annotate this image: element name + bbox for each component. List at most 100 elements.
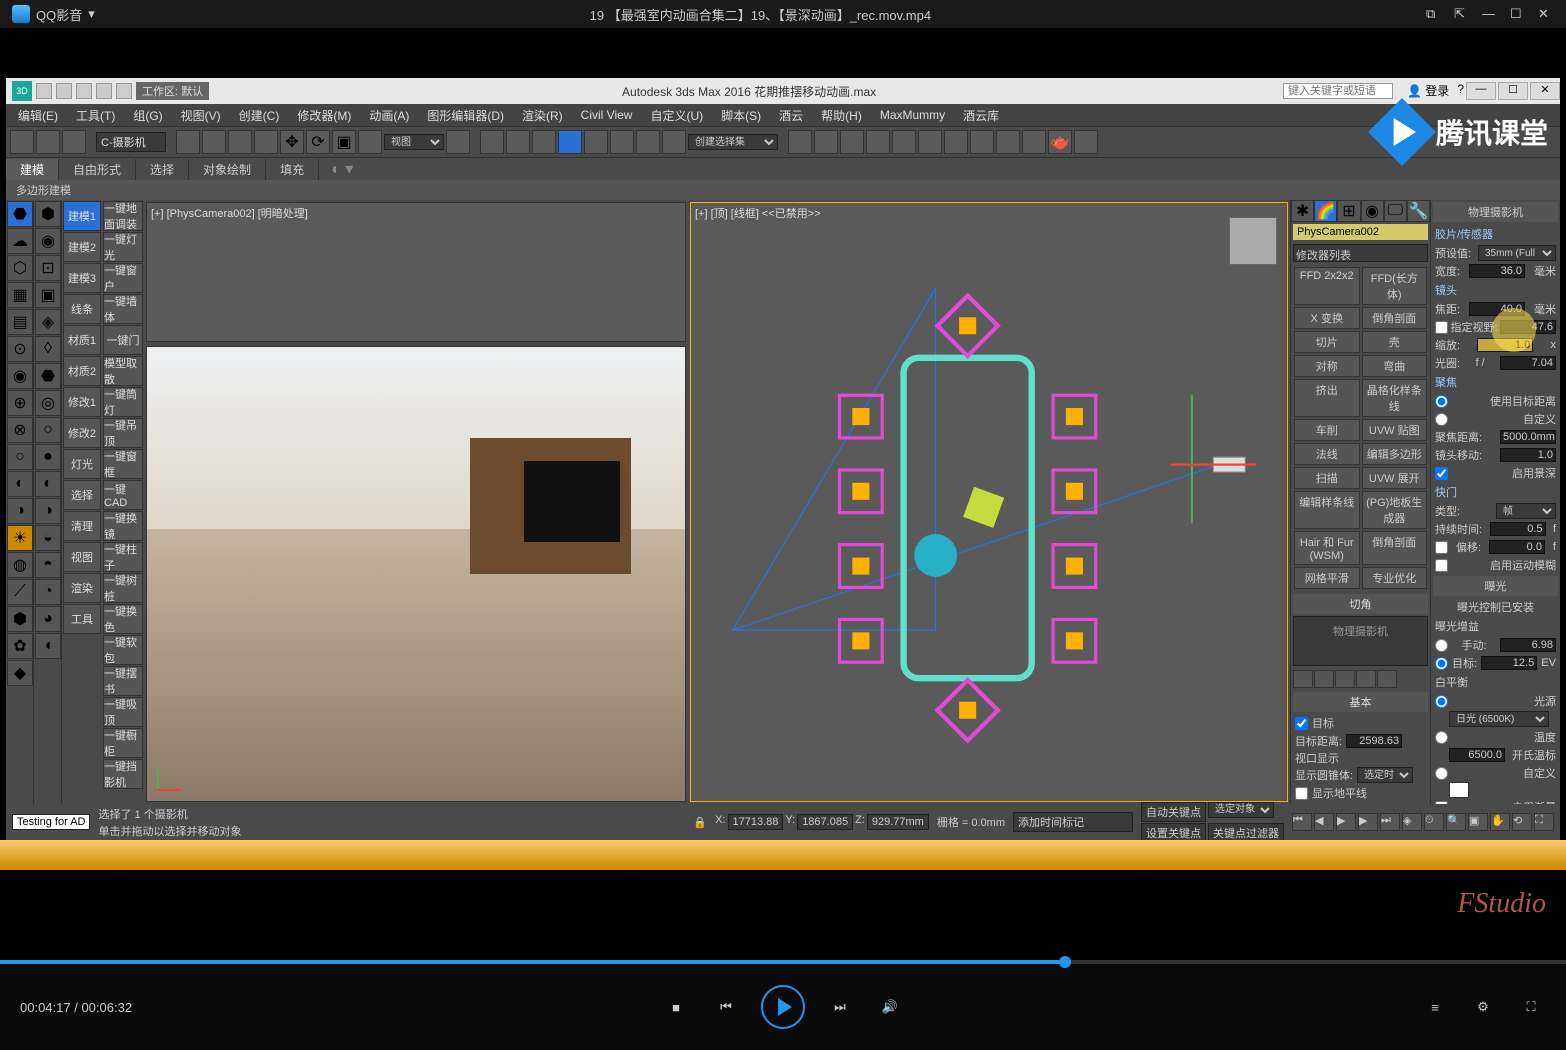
lt1-icon[interactable]: ▦ [7, 282, 33, 308]
cmd-tab-display[interactable]: 🖵 [1384, 200, 1407, 222]
lt2-icon[interactable]: ◈ [35, 309, 61, 335]
max-maximize[interactable]: ☐ [1498, 82, 1528, 100]
object-name-field[interactable]: PhysCamera002 [1293, 224, 1428, 240]
mod-btn[interactable]: 挤出 [1294, 379, 1360, 417]
tb-kbd[interactable] [532, 130, 556, 154]
offset-checkbox[interactable] [1435, 541, 1448, 554]
focusdist-spinner[interactable]: 5000.0mm [1500, 430, 1556, 444]
prev-button[interactable]: ⏮ [711, 992, 741, 1022]
focal-spinner[interactable]: 40.0 [1469, 302, 1525, 316]
mod-btn[interactable]: 晶格化样条线 [1362, 379, 1428, 417]
lt2-icon[interactable]: ◎ [35, 390, 61, 416]
vp-left-label[interactable]: [+] [PhysCamera002] [明暗处理] [151, 205, 308, 221]
preset-dropdown[interactable]: 35mm (Full Frame) [1478, 245, 1556, 261]
vp-zoomall-icon[interactable]: ▣ [1468, 813, 1488, 831]
modifier-list-dropdown[interactable]: 修改器列表 [1293, 244, 1428, 262]
goto-start-icon[interactable]: ⏮ [1292, 813, 1312, 831]
cat-btn[interactable]: 工具 [63, 604, 101, 634]
lt1-icon[interactable]: ◐ [7, 471, 33, 497]
tb-placement[interactable] [358, 130, 382, 154]
ribbon-collapse-icon[interactable]: ◐ ▾ [331, 159, 353, 179]
timetag-input[interactable]: 添加时间标记 [1013, 812, 1133, 832]
lt1-icon[interactable]: ⬣ [7, 201, 33, 227]
tool-btn[interactable]: 一键吊顶 [103, 418, 143, 448]
maximize-icon[interactable]: ☐ [1510, 6, 1526, 22]
menu-create[interactable]: 创建(C) [231, 105, 288, 126]
lt1-icon[interactable]: ◍ [7, 552, 33, 578]
targetev-spinner[interactable]: 12.5 [1481, 656, 1537, 670]
tool-btn[interactable]: 一键吸顶 [103, 697, 143, 727]
lt2-icon[interactable]: ◉ [35, 228, 61, 254]
menu-customize[interactable]: 自定义(U) [642, 105, 711, 126]
tb-render-prod[interactable] [1074, 130, 1098, 154]
offset-spinner[interactable]: 0.0 [1489, 540, 1545, 554]
time-config-icon[interactable]: ⏲ [1424, 813, 1444, 831]
lt2-icon[interactable]: ◐ [35, 471, 61, 497]
tb-edit-named[interactable] [662, 130, 686, 154]
mod-btn[interactable]: 法线 [1294, 443, 1360, 465]
tb-mirror[interactable] [788, 130, 812, 154]
temp-radio[interactable] [1435, 731, 1448, 744]
tb-selname[interactable] [202, 130, 226, 154]
volume-button[interactable]: 🔊 [875, 992, 905, 1022]
settings-icon[interactable]: ⚙ [1468, 992, 1498, 1022]
lt1-icon[interactable]: ◉ [7, 363, 33, 389]
lt1-icon[interactable]: ⊕ [7, 390, 33, 416]
coord-y[interactable]: 1867.085 [797, 814, 853, 830]
goto-end-icon[interactable]: ⏭ [1380, 813, 1400, 831]
vp-zoom-icon[interactable]: 🔍 [1446, 813, 1466, 831]
ribbon-tab-modeling[interactable]: 建模 [6, 159, 59, 180]
width-spinner[interactable]: 36.0 [1469, 264, 1525, 278]
lt2-icon[interactable]: ● [35, 444, 61, 470]
ribbon-tab-populate[interactable]: 填充 [266, 159, 319, 180]
lt1-icon[interactable]: ⟋ [7, 579, 33, 605]
tb-layers[interactable] [840, 130, 864, 154]
kelvin-spinner[interactable]: 6500.0 [1449, 748, 1505, 762]
autokey-button[interactable]: 自动关键点 [1141, 802, 1206, 822]
tb-selsimilar[interactable] [480, 130, 504, 154]
menu-group[interactable]: 组(G) [125, 105, 170, 126]
tb-manip[interactable] [506, 130, 530, 154]
horizon-checkbox[interactable] [1295, 787, 1308, 800]
lt1-icon[interactable]: ○ [7, 444, 33, 470]
key-mode-icon[interactable]: ◈ [1402, 813, 1422, 831]
tb-scale[interactable]: ▣ [332, 130, 356, 154]
menu-jiuyunku[interactable]: 酒云库 [955, 105, 1007, 126]
mod-btn[interactable]: 倒角剖面 [1362, 531, 1428, 565]
cat-btn[interactable]: 渲染 [63, 573, 101, 603]
lt1-icon[interactable]: ⬢ [7, 606, 33, 632]
refcoord-dropdown[interactable]: 视图 [384, 134, 444, 150]
cmd-tab-hierarchy[interactable]: ⊞ [1337, 200, 1360, 222]
lt1-icon[interactable]: ⬡ [7, 255, 33, 281]
tb-explorer[interactable] [866, 130, 890, 154]
wb-swatch[interactable] [1449, 782, 1469, 798]
max-minimize[interactable]: — [1466, 82, 1496, 100]
next-button[interactable]: ⏭ [825, 992, 855, 1022]
duration-spinner[interactable]: 0.5 [1490, 522, 1546, 536]
qat-redo-icon[interactable] [116, 83, 132, 99]
help-icon[interactable]: ? [1457, 82, 1464, 100]
lt1-icon[interactable]: ✿ [7, 633, 33, 659]
physcam-hdr[interactable]: 物理摄影机 [1433, 202, 1558, 222]
tb-align[interactable] [814, 130, 838, 154]
ribbon-tab-freeform[interactable]: 自由形式 [59, 159, 136, 180]
tool-btn[interactable]: 一键树桩 [103, 573, 143, 603]
mod-btn[interactable]: 对称 [1294, 355, 1360, 377]
lock-icon[interactable]: 🔒 [693, 816, 707, 829]
customwb-radio[interactable] [1435, 767, 1448, 780]
tool-btn[interactable]: 一键灯光 [103, 232, 143, 262]
menu-help[interactable]: 帮助(H) [813, 105, 870, 126]
coord-x[interactable]: 17713.88 [728, 814, 784, 830]
lt2-icon[interactable]: ◔ [35, 579, 61, 605]
workspace-dropdown[interactable]: 工作区: 默认 [136, 82, 209, 100]
camera-input[interactable] [96, 132, 166, 152]
video-progress-bar[interactable] [0, 960, 1566, 964]
lt2-icon[interactable]: ◑ [35, 498, 61, 524]
lt2-icon[interactable]: ◒ [35, 525, 61, 551]
tb-select[interactable] [176, 130, 200, 154]
qat-new-icon[interactable] [36, 83, 52, 99]
target-checkbox[interactable] [1295, 717, 1308, 730]
tb-schematic[interactable] [918, 130, 942, 154]
lt2-icon[interactable]: ◓ [35, 552, 61, 578]
lt1-icon[interactable]: ◆ [7, 660, 33, 686]
